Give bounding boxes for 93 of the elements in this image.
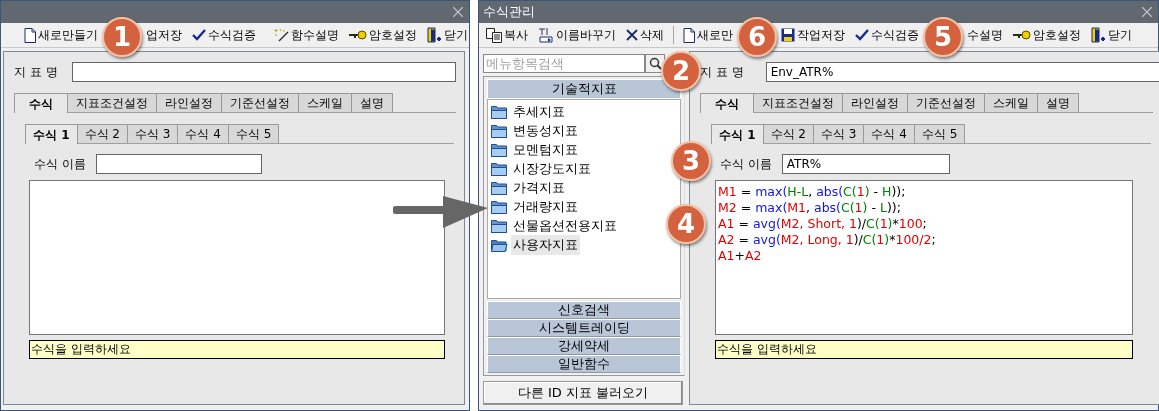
tab[interactable]: 수식 bbox=[700, 93, 754, 113]
tab[interactable]: 라인설정 bbox=[842, 93, 908, 112]
formula-tab[interactable]: 수식 1 bbox=[711, 124, 764, 144]
tab[interactable]: 스케일 bbox=[984, 93, 1038, 112]
search-icon bbox=[648, 57, 662, 70]
tab[interactable]: 라인설정 bbox=[156, 93, 222, 112]
folder-icon bbox=[491, 142, 508, 157]
copy-icon bbox=[486, 27, 502, 43]
tab[interactable]: 스케일 bbox=[298, 93, 352, 112]
toolbar-button[interactable]: 수식검증 bbox=[191, 26, 257, 44]
toolbar-button[interactable]: 업저장 bbox=[145, 26, 183, 44]
code-line: A1+A2 bbox=[718, 248, 762, 264]
save-icon bbox=[781, 28, 795, 42]
field-label: 수식 이름 bbox=[34, 155, 86, 173]
tree-item[interactable]: 변동성지표 bbox=[511, 120, 580, 141]
hint-text: 수식을 입력하세요 bbox=[715, 340, 1133, 359]
tree-item[interactable]: 선물옵션전용지표 bbox=[511, 215, 619, 236]
section-header[interactable]: 기술적지표 bbox=[487, 79, 681, 99]
formula-tab[interactable]: 수식 1 bbox=[25, 124, 78, 144]
folder-icon bbox=[491, 104, 508, 119]
field-label: 지 표 명 bbox=[14, 63, 58, 81]
code-line: M2 = max(M1, abs(C(1) - L)); bbox=[718, 200, 901, 216]
formula-tab[interactable]: 수식 2 bbox=[76, 124, 128, 143]
tree-item[interactable]: 사용자지표 bbox=[511, 234, 580, 255]
folder-icon bbox=[491, 218, 508, 233]
formula-name-field[interactable] bbox=[95, 154, 262, 174]
door-icon bbox=[427, 27, 442, 43]
code-line: A2 = avg(M2, Long, 1)/C(1)*100/2; bbox=[718, 232, 936, 248]
folder-icon bbox=[491, 123, 508, 138]
toolbar-button[interactable]: 이름바꾸기 bbox=[537, 26, 617, 44]
open-folder-icon bbox=[491, 237, 508, 252]
formula-tab[interactable]: 수식 3 bbox=[813, 124, 865, 143]
folder-icon bbox=[491, 199, 508, 214]
field-label: 수식 이름 bbox=[720, 155, 772, 173]
formula-tab[interactable]: 수식 5 bbox=[913, 124, 966, 143]
indicator-name-field[interactable]: Env_ATR% bbox=[765, 62, 1159, 82]
tab[interactable]: 기준선설정 bbox=[221, 93, 299, 112]
toolbar-button[interactable]: 닫기 bbox=[426, 26, 469, 44]
toolbar-button[interactable]: 새로만 bbox=[682, 26, 734, 44]
formula-editor[interactable]: M1 = max(H-L, abs(C(1) - H)); M2 = max(M1, abs(C(1) - L)); A1 = avg(M2, Short, 1)/C(1)*100; A2 = avg(M2, Long, 1)/C(1)*100/2; A1+A2 bbox=[715, 180, 1133, 335]
formula-tab[interactable]: 수식 4 bbox=[177, 124, 229, 143]
magic-wand-icon bbox=[274, 28, 289, 42]
toolbar-button[interactable]: 암호설정 bbox=[348, 26, 418, 44]
section-header[interactable]: 신호검색 bbox=[487, 300, 681, 319]
search-field[interactable]: 메뉴항목검색 bbox=[483, 54, 645, 73]
tab[interactable]: 수식 bbox=[14, 93, 68, 113]
formula-tab[interactable]: 수식 5 bbox=[227, 124, 280, 143]
folder-icon bbox=[491, 161, 508, 176]
formula-editor[interactable] bbox=[29, 180, 445, 335]
rename-icon bbox=[538, 27, 554, 43]
toolbar-button[interactable]: 새로만들기 bbox=[23, 26, 99, 44]
tab[interactable]: 기준선설정 bbox=[907, 93, 985, 112]
check-icon bbox=[855, 29, 869, 41]
tree-item[interactable]: 시장강도지표 bbox=[511, 158, 593, 179]
close-icon[interactable] bbox=[453, 7, 463, 17]
field-label: 지 표 명 bbox=[700, 63, 744, 81]
folder-icon bbox=[491, 180, 508, 195]
tree-item[interactable]: 가격지표 bbox=[511, 177, 567, 198]
search-button[interactable] bbox=[645, 54, 665, 73]
document-icon bbox=[24, 27, 36, 43]
toolbar-button[interactable]: 작업저장 bbox=[780, 26, 846, 44]
toolbar-button[interactable]: 수설명 bbox=[966, 26, 1004, 44]
toolbar-button[interactable]: 삭제 bbox=[625, 26, 665, 44]
tree-item[interactable]: 추세지표 bbox=[511, 101, 567, 122]
toolbar-button[interactable]: 수식검증 bbox=[854, 26, 920, 44]
tab[interactable]: 설명 bbox=[1037, 93, 1079, 112]
tab[interactable]: 설명 bbox=[351, 93, 393, 112]
window-title: 수식관리 bbox=[483, 3, 535, 21]
key-icon bbox=[1013, 30, 1031, 40]
toolbar-button[interactable]: 함수설명 bbox=[273, 26, 340, 44]
close-icon[interactable] bbox=[1142, 7, 1152, 17]
formula-tab[interactable]: 수식 3 bbox=[127, 124, 179, 143]
formula-name-field[interactable]: ATR% bbox=[781, 154, 950, 174]
key-icon bbox=[349, 30, 367, 40]
arrow-icon bbox=[393, 194, 488, 230]
hint-text: 수식을 입력하세요 bbox=[29, 340, 445, 359]
tree-item[interactable]: 모멘텀지표 bbox=[511, 139, 580, 160]
check-icon bbox=[192, 29, 206, 41]
code-line: M1 = max(H-L, abs(C(1) - H)); bbox=[718, 184, 906, 200]
door-icon bbox=[1091, 27, 1106, 43]
code-line: A1 = avg(M2, Short, 1)/C(1)*100; bbox=[718, 216, 927, 232]
delete-icon bbox=[626, 29, 638, 41]
tab[interactable]: 지표조건설정 bbox=[753, 93, 843, 112]
tree-item[interactable]: 거래량지표 bbox=[511, 196, 580, 217]
toolbar-button[interactable]: 닫기 bbox=[1090, 26, 1133, 44]
document-icon bbox=[683, 27, 695, 43]
toolbar-button[interactable]: 암호설정 bbox=[1012, 26, 1082, 44]
load-button[interactable]: 다른 ID 지표 불러오기 bbox=[483, 380, 683, 405]
formula-tab[interactable]: 수식 2 bbox=[762, 124, 814, 143]
indicator-name-field[interactable] bbox=[71, 62, 456, 82]
formula-tab[interactable]: 수식 4 bbox=[863, 124, 915, 143]
toolbar-button[interactable]: 복사 bbox=[485, 26, 529, 44]
tab[interactable]: 지표조건설정 bbox=[67, 93, 157, 112]
